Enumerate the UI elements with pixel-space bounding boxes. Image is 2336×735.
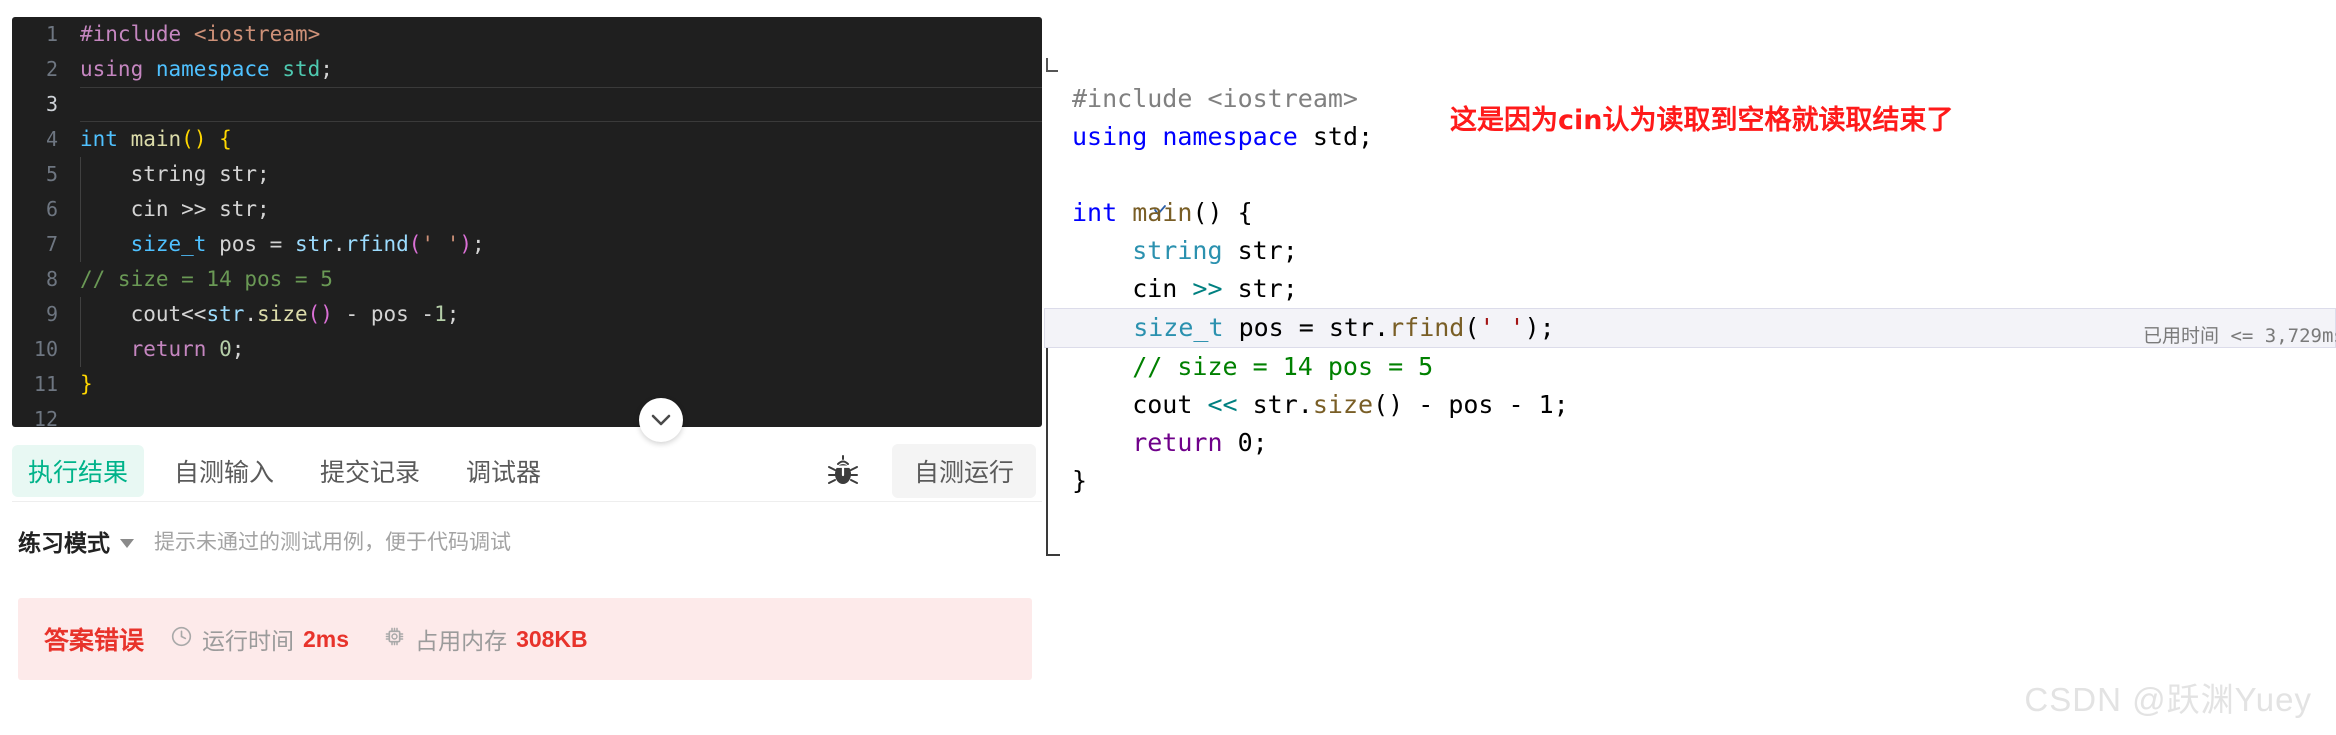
- clock-icon: [170, 625, 193, 653]
- code-line[interactable]: 5 string str;: [12, 157, 1042, 192]
- result-tab-bar: 执行结果 自测输入 提交记录 调试器 自测运行: [12, 440, 1042, 502]
- memory-label: 占用内存: [415, 628, 508, 654]
- tab-submission-history[interactable]: 提交记录: [304, 445, 436, 497]
- practice-mode-row: 练习模式 提示未通过的测试用例，便于代码调试: [18, 524, 511, 558]
- vs-code-line[interactable]: return 0;: [1044, 424, 2336, 462]
- line-number: 6: [45, 197, 58, 221]
- code-line[interactable]: 1 #include <iostream>: [12, 17, 1042, 52]
- vs-code-line[interactable]: int main() {: [1044, 194, 2336, 232]
- code-line[interactable]: 3: [12, 87, 1042, 122]
- scope-bracket-icon: [1046, 58, 1058, 72]
- code-text: [80, 87, 1042, 122]
- code-line[interactable]: 9 cout<< str. size() - pos -1;: [12, 297, 1042, 332]
- line-number: 8: [45, 267, 58, 291]
- code-text: cin >> str;: [80, 192, 1042, 227]
- runtime-label: 运行时间: [202, 628, 295, 654]
- code-text: string str;: [80, 157, 1042, 192]
- code-line[interactable]: 8 // size = 14 pos = 5: [12, 262, 1042, 297]
- runtime-metric: 运行时间 2ms: [170, 622, 349, 656]
- line-number: 9: [45, 302, 58, 326]
- line-number: 3: [45, 92, 58, 116]
- practice-mode-hint: 提示未通过的测试用例，便于代码调试: [154, 531, 511, 554]
- code-text: return 0;: [1072, 428, 1268, 457]
- code-text: using namespace std;: [80, 57, 333, 81]
- vs-code-line[interactable]: cin >> str;: [1044, 270, 2336, 308]
- code-text: }: [1072, 466, 1088, 495]
- code-text: string str;: [1072, 236, 1298, 265]
- code-line[interactable]: 2 using namespace std;: [12, 52, 1042, 87]
- vs-code-line[interactable]: [1044, 156, 2336, 194]
- line-number: 2: [45, 57, 58, 81]
- vs-code-line[interactable]: #include <iostream>: [1044, 80, 2336, 118]
- bug-icon[interactable]: [820, 448, 866, 494]
- line-number: 12: [33, 407, 58, 427]
- code-line[interactable]: 11 }: [12, 367, 1042, 402]
- vs-code-line[interactable]: }: [1044, 462, 2336, 500]
- result-banner: 答案错误 运行时间 2ms 占用内存 308KB: [18, 598, 1032, 680]
- code-text: #include <iostream>: [1072, 84, 1358, 113]
- code-text: #include <iostream>: [80, 22, 321, 46]
- practice-mode-label[interactable]: 练习模式: [18, 524, 110, 558]
- code-text: size_t pos = str.rfind(' ');: [1073, 313, 1555, 342]
- code-text: return 0;: [80, 332, 1042, 367]
- chip-icon: [383, 625, 406, 653]
- self-test-run-button[interactable]: 自测运行: [891, 443, 1036, 498]
- code-text: // size = 14 pos = 5: [80, 267, 333, 291]
- code-line[interactable]: 12: [12, 402, 1042, 427]
- visual-studio-panel: 这是因为cin认为读取到空格就读取结束了 #include <iostream>…: [1044, 0, 2336, 735]
- tab-execution-result[interactable]: 执行结果: [12, 444, 145, 497]
- vs-code-line[interactable]: string str;: [1044, 232, 2336, 270]
- vs-code-line[interactable]: // size = 14 pos = 5: [1044, 348, 2336, 386]
- code-line[interactable]: 7 size_t pos = str. rfind(' ');: [12, 227, 1042, 262]
- code-text: }: [80, 372, 93, 396]
- runtime-value: 2ms: [303, 625, 350, 652]
- code-line[interactable]: 10 return 0;: [12, 332, 1042, 367]
- code-text: cout<< str. size() - pos -1;: [80, 297, 1042, 332]
- nowcoder-ide-panel: 1 #include <iostream> 2 using namespace …: [0, 0, 1044, 735]
- code-text: // size = 14 pos = 5: [1072, 352, 1434, 381]
- code-line[interactable]: 6 cin >> str;: [12, 192, 1042, 227]
- chevron-down-icon[interactable]: [639, 398, 683, 442]
- code-text: size_t pos = str.rfind(' ');: [80, 227, 1042, 262]
- line-number: 7: [45, 232, 58, 256]
- code-text: int main() {: [1072, 198, 1253, 227]
- line-number: 11: [33, 372, 58, 396]
- vs-code-line[interactable]: cout << str.size() - pos - 1;: [1044, 386, 2336, 424]
- code-text: cout << str.size() - pos - 1;: [1072, 390, 1569, 419]
- line-number: 10: [33, 337, 58, 361]
- screenshot-root: 1 #include <iostream> 2 using namespace …: [0, 0, 2336, 735]
- vs-code-editor[interactable]: #include <iostream> using namespace std;…: [1044, 80, 2336, 500]
- line-number: 1: [45, 22, 58, 46]
- code-text: using namespace std;: [1072, 122, 1374, 151]
- watermark: CSDN @跃渊Yuey: [2024, 681, 2312, 718]
- line-number: 4: [45, 127, 58, 151]
- memory-value: 308KB: [516, 625, 588, 652]
- code-editor[interactable]: 1 #include <iostream> 2 using namespace …: [12, 17, 1042, 427]
- line-number: 5: [45, 162, 58, 186]
- tab-debugger[interactable]: 调试器: [450, 445, 557, 497]
- chevron-down-icon[interactable]: [120, 538, 134, 548]
- tab-self-test-input[interactable]: 自测输入: [158, 445, 290, 497]
- code-text: int main() {: [80, 127, 232, 151]
- code-text: cin >> str;: [1072, 274, 1298, 303]
- vs-code-line-current[interactable]: size_t pos = str.rfind(' '); 已用时间 <= 3,7…: [1044, 308, 2336, 348]
- memory-metric: 占用内存 308KB: [383, 622, 588, 656]
- vs-code-line[interactable]: using namespace std;: [1044, 118, 2336, 156]
- code-line[interactable]: 4 int main() {: [12, 122, 1042, 157]
- status-badge: 答案错误: [44, 627, 145, 655]
